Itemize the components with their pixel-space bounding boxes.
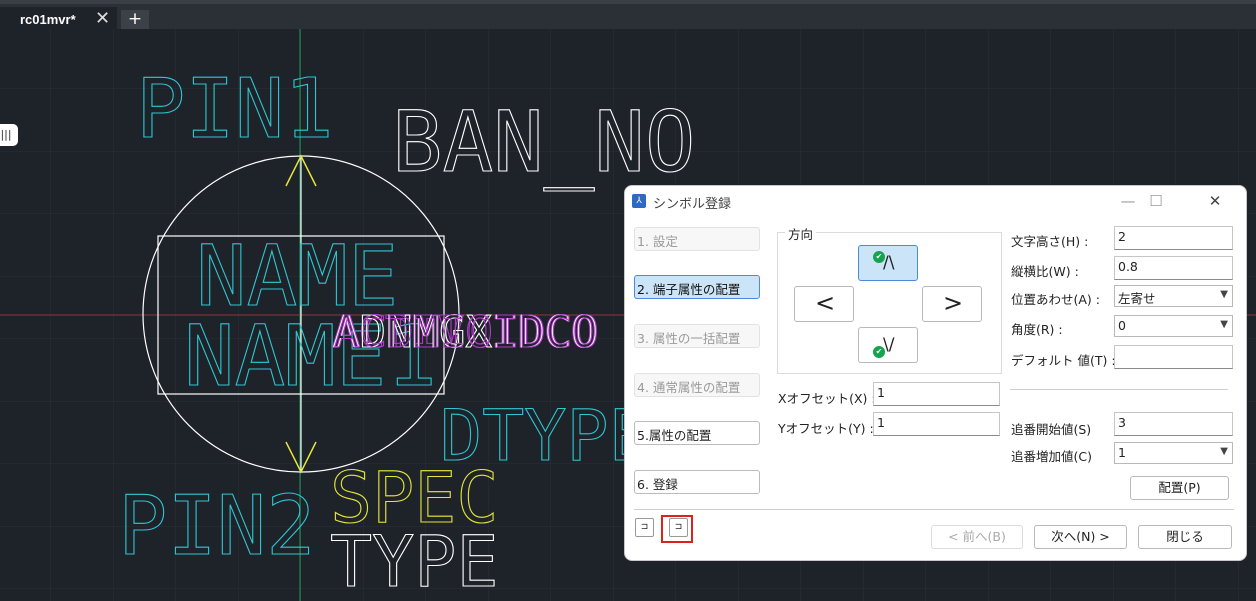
cad-text-pin2: PIN2: [118, 479, 315, 574]
alignment-label: 位置あわせ(A) :: [1011, 292, 1100, 307]
divider: [1010, 389, 1228, 390]
dialog-titlebar[interactable]: ⅄ シンボル登録 — ☐ ✕: [625, 186, 1246, 216]
step-2-terminal-attr[interactable]: 2. 端子属性の配置: [634, 275, 760, 299]
seq-start-label: 追番開始値(S): [1011, 422, 1092, 437]
seq-start-input[interactable]: 3: [1114, 412, 1233, 436]
default-value-input[interactable]: [1114, 345, 1233, 369]
divider: [634, 509, 1234, 510]
cad-text-overlap-3: ACDMIOIDCO: [334, 307, 599, 358]
aspect-ratio-label: 縦横比(W) :: [1011, 264, 1079, 279]
direction-right-button[interactable]: >: [922, 286, 982, 322]
next-button[interactable]: 次へ(N) >: [1034, 525, 1127, 549]
step-4-normal-attr[interactable]: 4. 通常属性の配置: [634, 373, 760, 397]
seq-increment-label: 追番増加値(C): [1011, 449, 1092, 464]
chevron-down-icon: ▼: [1220, 289, 1228, 300]
step-6-register[interactable]: 6. 登録: [634, 470, 760, 494]
symbol-register-dialog: ⅄ シンボル登録 — ☐ ✕ 1. 設定 2. 端子属性の配置 3. 属性の一括…: [624, 185, 1247, 561]
x-offset-input[interactable]: 1: [873, 382, 1000, 406]
direction-down-button[interactable]: ✔ \/: [858, 327, 918, 363]
direction-label: 方向: [785, 224, 817, 243]
app-icon: ⅄: [632, 194, 646, 208]
close-tab-icon[interactable]: ✕: [95, 8, 110, 29]
maximize-icon[interactable]: ☐: [1141, 190, 1171, 212]
chevron-down-icon: ▼: [1220, 446, 1228, 457]
close-icon[interactable]: ✕: [1200, 190, 1230, 212]
panel-handle-icon[interactable]: |||: [0, 124, 18, 146]
step-3-bulk-attr[interactable]: 3. 属性の一括配置: [634, 324, 760, 348]
default-value-label: デフォルト 値(T) :: [1011, 353, 1116, 368]
angle-label: 角度(R) :: [1011, 322, 1063, 337]
direction-up-button[interactable]: ✔ /\: [858, 245, 918, 281]
document-tab-label: rc01mvr*: [20, 12, 76, 27]
direction-left-button[interactable]: <: [794, 286, 854, 322]
y-offset-label: Yオフセット(Y) :: [778, 421, 874, 436]
alignment-select[interactable]: 左寄せ ▼: [1114, 285, 1233, 307]
angle-select[interactable]: 0 ▼: [1114, 315, 1233, 337]
text-height-label: 文字高さ(H) :: [1011, 234, 1089, 249]
text-height-input[interactable]: 2: [1114, 226, 1233, 250]
document-tab-bar: rc01mvr* ✕ +: [0, 0, 1256, 33]
chevron-down-icon: ▼: [1220, 319, 1228, 330]
close-button[interactable]: 閉じる: [1138, 525, 1232, 549]
cad-text-type: TYPE: [330, 521, 499, 601]
place-button[interactable]: 配置(P): [1130, 476, 1229, 500]
y-offset-input[interactable]: 1: [873, 412, 1000, 436]
back-button[interactable]: < 前へ(B): [931, 525, 1023, 549]
highlight-box: [661, 515, 693, 543]
cad-text-pin1: PIN1: [136, 62, 333, 157]
seq-increment-select[interactable]: 1 ▼: [1114, 442, 1233, 464]
cad-text-ban-no: BAN_NO: [392, 93, 695, 191]
step-5-attr[interactable]: 5.属性の配置: [634, 421, 760, 445]
dialog-title: シンボル登録: [653, 197, 732, 212]
minimize-icon[interactable]: —: [1113, 190, 1143, 212]
x-offset-label: Xオフセット(X) :: [778, 391, 876, 406]
step-1-settings[interactable]: 1. 設定: [634, 227, 760, 251]
aspect-ratio-input[interactable]: 0.8: [1114, 256, 1233, 280]
add-tab-button[interactable]: +: [121, 10, 149, 30]
collapse-icon[interactable]: ⊐: [635, 518, 654, 537]
